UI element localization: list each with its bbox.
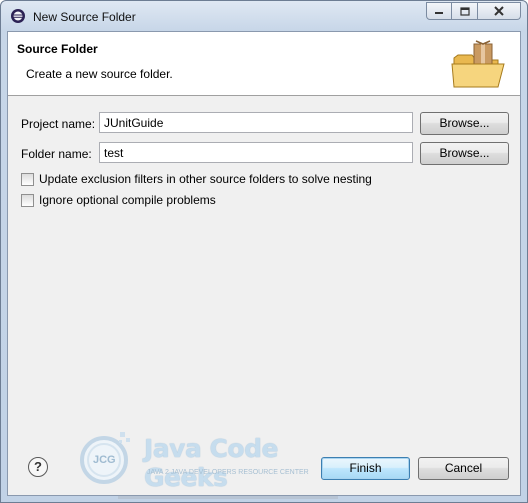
title-bar[interactable]: New Source Folder <box>1 1 527 31</box>
jcg-logo-text: JCG <box>93 454 116 466</box>
window-bottom-edge <box>118 496 338 499</box>
watermark-tagline: JAVA 2 JAVA DEVELOPERS RESOURCE CENTER <box>147 469 309 476</box>
project-name-label: Project name: <box>21 117 96 131</box>
header-title: Source Folder <box>17 42 98 56</box>
header-description: Create a new source folder. <box>26 67 173 81</box>
folder-name-label: Folder name: <box>21 147 92 161</box>
window-title: New Source Folder <box>33 10 136 24</box>
update-exclusion-filters-checkbox[interactable] <box>21 172 34 186</box>
watermark-brand: Java Code Geeks <box>144 434 278 492</box>
minimize-button[interactable] <box>426 2 452 20</box>
source-folder-package-icon <box>451 40 505 88</box>
project-browse-button[interactable]: Browse... <box>420 112 509 135</box>
close-icon <box>494 6 504 16</box>
ignore-compile-problems-option[interactable]: Ignore optional compile problems <box>21 193 216 207</box>
eclipse-app-icon <box>11 9 25 23</box>
project-name-input[interactable] <box>99 112 413 133</box>
java-code-geeks-watermark: JCG Java Code Geeks JAVA 2 JAVA DEVELOPE… <box>70 424 309 492</box>
update-exclusion-filters-option[interactable]: Update exclusion filters in other source… <box>21 172 372 186</box>
minimize-icon <box>435 12 443 14</box>
dialog-window: New Source Folder Source Folder Create a… <box>0 0 528 503</box>
dialog-body: Source Folder Create a new source folder… <box>7 31 521 496</box>
ignore-compile-problems-label: Ignore optional compile problems <box>39 193 216 207</box>
close-button[interactable] <box>478 2 521 20</box>
maximize-button[interactable] <box>452 2 478 20</box>
wizard-header: Source Folder Create a new source folder… <box>8 32 520 96</box>
finish-button[interactable]: Finish <box>321 457 410 480</box>
window-controls <box>426 2 521 20</box>
cancel-button[interactable]: Cancel <box>418 457 509 480</box>
ignore-compile-problems-checkbox[interactable] <box>21 193 34 207</box>
folder-name-input[interactable] <box>99 142 413 163</box>
help-button[interactable]: ? <box>28 457 48 477</box>
maximize-icon <box>459 6 470 16</box>
update-exclusion-filters-label: Update exclusion filters in other source… <box>39 172 372 186</box>
folder-browse-button[interactable]: Browse... <box>420 142 509 165</box>
